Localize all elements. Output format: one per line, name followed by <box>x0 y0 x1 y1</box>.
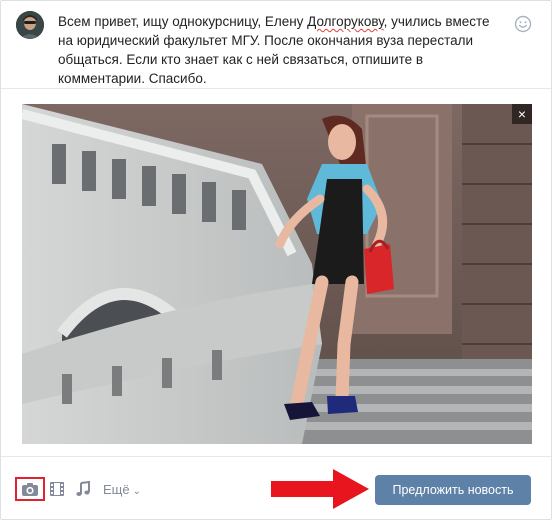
suggest-news-button[interactable]: Предложить новость <box>375 475 531 505</box>
more-menu[interactable]: Ещё ⌄ <box>103 482 141 497</box>
more-label: Ещё <box>103 482 130 497</box>
arrow-right-icon <box>271 469 369 509</box>
post-composer-card: Всем привет, ищу однокурсницу, Елену Дол… <box>0 0 552 520</box>
smiley-icon[interactable] <box>514 15 532 33</box>
composer-area: Всем привет, ищу однокурсницу, Елену Дол… <box>1 1 551 89</box>
post-text-input[interactable]: Всем привет, ищу однокурсницу, Елену Дол… <box>58 12 508 88</box>
film-icon[interactable] <box>49 481 65 502</box>
avatar <box>16 11 44 39</box>
attached-photo: × <box>22 104 532 444</box>
post-text-part: Всем привет, ищу однокурсницу, Елену <box>58 14 308 29</box>
misspelled-word: Долгорукову <box>307 14 384 29</box>
music-note-icon[interactable] <box>75 480 91 502</box>
chevron-down-icon: ⌄ <box>132 486 141 497</box>
close-icon[interactable]: × <box>512 104 532 124</box>
camera-icon[interactable] <box>15 477 45 501</box>
